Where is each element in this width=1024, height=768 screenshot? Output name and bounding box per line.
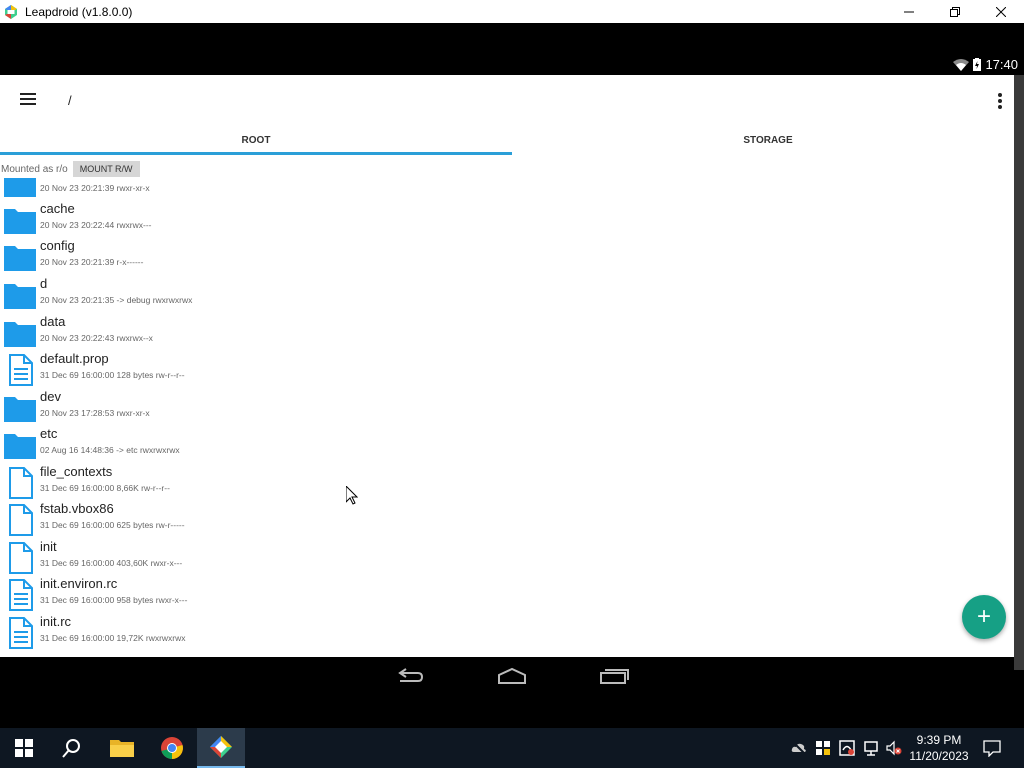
- folder-icon: [4, 322, 36, 347]
- minimize-icon: [904, 11, 914, 12]
- tab-root[interactable]: ROOT: [0, 125, 512, 155]
- folder-icon: [4, 434, 36, 459]
- file-icon: [9, 504, 33, 536]
- chrome-button[interactable]: [148, 728, 196, 768]
- recent-apps-icon[interactable]: [597, 665, 631, 689]
- windows-taskbar: 9:39 PM 11/20/2023: [0, 728, 1024, 768]
- clock-time: 9:39 PM: [916, 733, 962, 747]
- mount-rw-button[interactable]: MOUNT R/W: [72, 161, 140, 177]
- wifi-icon: [953, 58, 970, 71]
- list-item[interactable]: fstab.vbox86 31 Dec 69 16:00:00 625 byte…: [0, 499, 600, 536]
- folder-icon: [4, 284, 36, 309]
- list-item[interactable]: dev 20 Nov 23 17:28:53 rwxr-xr-x: [0, 387, 600, 424]
- mount-bar: Mounted as r/o MOUNT R/W: [0, 159, 140, 179]
- emulator-scrollbar[interactable]: [1014, 75, 1024, 670]
- notifications-icon[interactable]: [983, 739, 1001, 757]
- window-title: Leapdroid (v1.8.0.0): [25, 4, 133, 19]
- battery-charging-icon: [973, 58, 982, 71]
- folder-icon: [4, 397, 36, 422]
- app-toolbar: /: [0, 75, 1014, 125]
- more-options-icon[interactable]: [994, 91, 1006, 111]
- emulator-bottom-area: [0, 697, 1024, 728]
- leapdroid-taskbar-button[interactable]: [197, 728, 245, 768]
- folder-icon: [4, 178, 36, 197]
- list-item[interactable]: boot 20 Nov 23 20:21:39 rwxr-xr-x: [0, 178, 600, 199]
- list-item[interactable]: etc 02 Aug 16 14:48:36 -> etc rwxrwxrwx: [0, 424, 600, 461]
- file-explorer-icon: [110, 740, 134, 757]
- text-file-icon: [9, 579, 33, 611]
- search-icon: [62, 739, 80, 758]
- mouse-cursor-icon: [346, 486, 358, 505]
- tab-storage[interactable]: STORAGE: [512, 125, 1014, 155]
- android-navbar: [0, 657, 1014, 697]
- ethernet-icon[interactable]: [863, 740, 879, 756]
- tab-bar: ROOT STORAGE: [0, 125, 1014, 155]
- security-shield-icon[interactable]: [815, 740, 831, 756]
- file-icon: [9, 542, 33, 574]
- window-titlebar: Leapdroid (v1.8.0.0): [0, 0, 1024, 23]
- close-button[interactable]: [978, 0, 1024, 23]
- add-fab-button[interactable]: +: [962, 595, 1006, 639]
- restore-button[interactable]: [932, 0, 978, 23]
- windows-logo-icon: [15, 739, 33, 757]
- minimize-button[interactable]: [886, 0, 932, 23]
- leapdroid-logo-icon: [5, 4, 17, 19]
- search-button[interactable]: [48, 728, 96, 768]
- volume-muted-icon[interactable]: [886, 740, 902, 756]
- list-item[interactable]: default.prop 31 Dec 69 16:00:00 128 byte…: [0, 349, 600, 386]
- list-item[interactable]: init.environ.rc 31 Dec 69 16:00:00 958 b…: [0, 574, 600, 611]
- folder-icon: [4, 209, 36, 234]
- list-item[interactable]: data 20 Nov 23 20:22:43 rwxrwx--x: [0, 312, 600, 349]
- status-time: 17:40: [985, 57, 1018, 72]
- file-manager-app: / ROOT STORAGE Mounted as r/o MOUNT R/W …: [0, 75, 1014, 657]
- start-button[interactable]: [0, 728, 48, 768]
- current-path: /: [68, 93, 72, 108]
- chrome-icon: [161, 737, 183, 759]
- home-icon[interactable]: [495, 665, 529, 689]
- folder-icon: [4, 246, 36, 271]
- text-file-icon: [9, 617, 33, 649]
- list-item[interactable]: file_contexts 31 Dec 69 16:00:00 8,66K r…: [0, 462, 600, 499]
- file-list: boot 20 Nov 23 20:21:39 rwxr-xr-x cache …: [0, 178, 1014, 657]
- android-statusbar: 17:40: [0, 23, 1024, 75]
- cloud-offline-icon[interactable]: [791, 740, 807, 756]
- back-icon[interactable]: [394, 665, 428, 689]
- menu-icon[interactable]: [20, 93, 38, 107]
- list-item[interactable]: d 20 Nov 23 20:21:35 -> debug rwxrwxrwx: [0, 274, 600, 311]
- network-status-icon[interactable]: [839, 740, 855, 756]
- file-explorer-button[interactable]: [98, 728, 146, 768]
- restore-icon: [950, 6, 960, 17]
- leapdroid-icon: [210, 736, 232, 758]
- file-icon: [9, 467, 33, 499]
- mount-status: Mounted as r/o: [1, 163, 68, 175]
- text-file-icon: [9, 354, 33, 386]
- list-item[interactable]: init 31 Dec 69 16:00:00 403,60K rwxr-x--…: [0, 537, 600, 574]
- close-icon: [996, 6, 1006, 17]
- taskbar-clock[interactable]: 9:39 PM 11/20/2023: [906, 732, 972, 764]
- list-item[interactable]: config 20 Nov 23 20:21:39 r-x------: [0, 236, 600, 273]
- list-item[interactable]: init.rc 31 Dec 69 16:00:00 19,72K rwxrwx…: [0, 612, 600, 649]
- list-item[interactable]: cache 20 Nov 23 20:22:44 rwxrwx---: [0, 199, 600, 236]
- clock-date: 11/20/2023: [909, 749, 969, 763]
